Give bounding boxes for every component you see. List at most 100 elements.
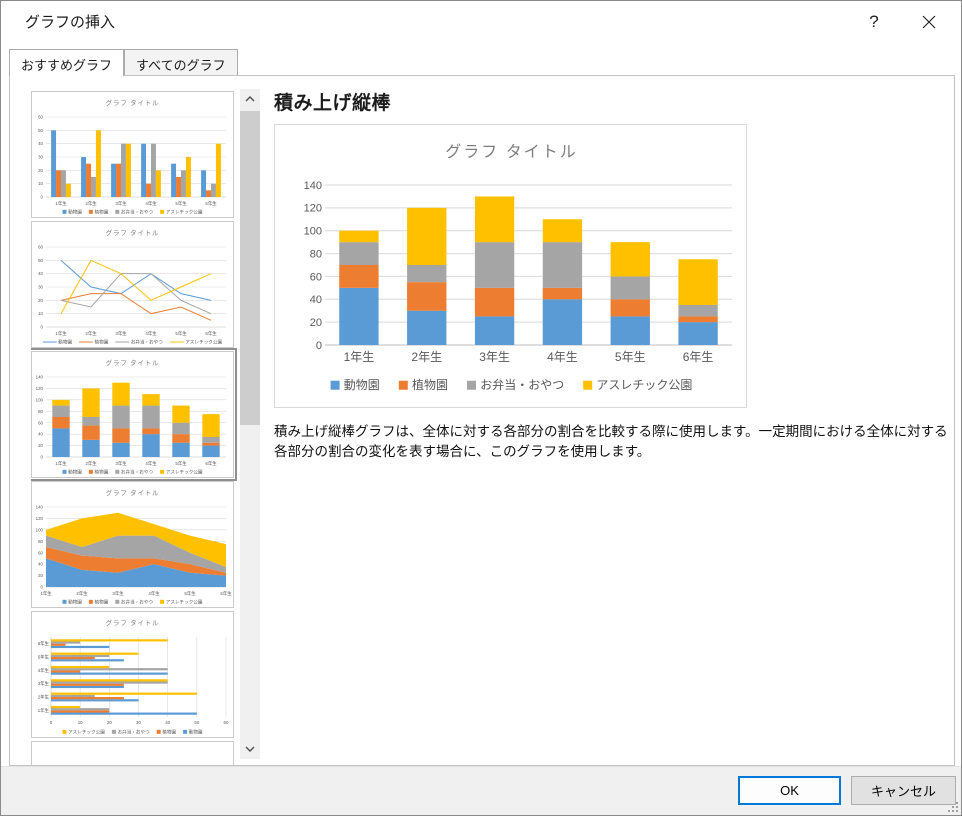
svg-text:10: 10 bbox=[78, 720, 83, 725]
svg-text:4年生: 4年生 bbox=[145, 200, 157, 207]
chart-thumbnail-stacked-area[interactable]: グラフ タイトル0204060801001201401年生2年生3年生4年生5年… bbox=[31, 481, 234, 608]
cancel-button[interactable]: キャンセル bbox=[851, 776, 956, 805]
svg-text:動物園: 動物園 bbox=[68, 209, 82, 216]
svg-text:2年生: 2年生 bbox=[85, 330, 97, 337]
svg-text:お弁当・おやつ: お弁当・おやつ bbox=[480, 377, 564, 392]
svg-text:4年生: 4年生 bbox=[38, 667, 50, 674]
svg-text:植物園: 植物園 bbox=[95, 469, 109, 476]
svg-text:お弁当・おやつ: お弁当・おやつ bbox=[121, 209, 154, 216]
chart-thumbnail-line[interactable]: グラフ タイトル01020304050601年生2年生3年生4年生5年生6年生動… bbox=[31, 221, 234, 348]
svg-text:10: 10 bbox=[38, 311, 43, 316]
svg-text:60: 60 bbox=[38, 245, 43, 250]
svg-text:3年生: 3年生 bbox=[115, 460, 127, 467]
svg-text:1年生: 1年生 bbox=[344, 350, 375, 364]
resize-grip[interactable] bbox=[946, 800, 960, 814]
chart-description: 積み上げ縦棒グラフは、全体に対する各部分の割合を比較する際に使用します。一定期間… bbox=[274, 422, 952, 463]
svg-text:お弁当・おやつ: お弁当・おやつ bbox=[121, 469, 154, 476]
svg-text:5年生: 5年生 bbox=[38, 654, 50, 661]
svg-text:5年生: 5年生 bbox=[175, 330, 187, 337]
svg-text:動物園: 動物園 bbox=[58, 339, 72, 346]
svg-text:50: 50 bbox=[38, 258, 43, 263]
svg-text:6年生: 6年生 bbox=[205, 460, 217, 467]
chart-thumbnail-clustered-column[interactable]: グラフ タイトル01020304050601年生2年生3年生4年生5年生6年生動… bbox=[31, 91, 234, 218]
svg-text:アスレチック公園: アスレチック公園 bbox=[166, 470, 203, 476]
tab-content-panel: グラフ タイトル01020304050601年生2年生3年生4年生5年生6年生動… bbox=[9, 75, 955, 766]
svg-text:100: 100 bbox=[36, 397, 44, 402]
svg-text:1年生: 1年生 bbox=[55, 330, 67, 337]
chart-thumbnail-stacked-column[interactable]: グラフ タイトル0204060801001201401年生2年生3年生4年生5年… bbox=[31, 351, 234, 478]
recommended-chart-list: グラフ タイトル01020304050601年生2年生3年生4年生5年生6年生動… bbox=[31, 91, 239, 765]
svg-text:植物園: 植物園 bbox=[412, 377, 448, 392]
svg-text:0: 0 bbox=[50, 720, 53, 725]
chart-preview: グラフ タイトル0204060801001201401年生2年生3年生4年生5年… bbox=[274, 124, 747, 408]
svg-text:100: 100 bbox=[304, 226, 322, 238]
svg-text:4年生: 4年生 bbox=[547, 350, 578, 364]
svg-text:20: 20 bbox=[107, 720, 112, 725]
svg-text:グラフ タイトル: グラフ タイトル bbox=[106, 358, 160, 367]
svg-text:20: 20 bbox=[38, 298, 43, 303]
svg-text:お弁当・おやつ: お弁当・おやつ bbox=[118, 729, 151, 736]
svg-text:動物園: 動物園 bbox=[68, 469, 82, 476]
svg-text:80: 80 bbox=[310, 248, 322, 260]
svg-text:5年生: 5年生 bbox=[615, 350, 646, 364]
svg-text:10: 10 bbox=[38, 181, 43, 186]
thumbnail-scrollbar[interactable] bbox=[240, 89, 260, 759]
close-icon bbox=[922, 15, 936, 29]
svg-text:6年生: 6年生 bbox=[205, 330, 217, 337]
svg-text:アスレチック公園: アスレチック公園 bbox=[166, 600, 203, 606]
svg-text:1年生: 1年生 bbox=[55, 200, 67, 207]
svg-text:グラフ タイトル: グラフ タイトル bbox=[106, 618, 160, 627]
svg-text:3年生: 3年生 bbox=[115, 330, 127, 337]
svg-text:50: 50 bbox=[38, 128, 43, 133]
svg-text:アスレチック公園: アスレチック公園 bbox=[596, 378, 692, 392]
svg-text:2年生: 2年生 bbox=[85, 460, 97, 467]
svg-text:植物園: 植物園 bbox=[162, 729, 176, 736]
svg-text:40: 40 bbox=[38, 562, 43, 567]
ok-button[interactable]: OK bbox=[738, 776, 841, 805]
chevron-down-icon bbox=[245, 746, 255, 752]
tab-strip: おすすめグラフ すべてのグラフ bbox=[9, 49, 238, 76]
svg-text:120: 120 bbox=[304, 203, 322, 215]
svg-text:1年生: 1年生 bbox=[40, 590, 52, 597]
scroll-up-button[interactable] bbox=[240, 89, 260, 109]
help-icon: ? bbox=[869, 12, 878, 32]
svg-text:5年生: 5年生 bbox=[184, 590, 196, 597]
svg-text:お弁当・おやつ: お弁当・おやつ bbox=[131, 339, 164, 346]
svg-text:30: 30 bbox=[136, 720, 141, 725]
chart-thumbnail-partial[interactable] bbox=[31, 741, 234, 765]
svg-text:5年生: 5年生 bbox=[175, 200, 187, 207]
svg-text:60: 60 bbox=[38, 550, 43, 555]
scroll-down-button[interactable] bbox=[240, 739, 260, 759]
svg-text:2年生: 2年生 bbox=[38, 694, 50, 701]
tab-all-charts[interactable]: すべてのグラフ bbox=[124, 49, 238, 75]
svg-text:100: 100 bbox=[36, 527, 44, 532]
svg-text:グラフ タイトル: グラフ タイトル bbox=[106, 228, 160, 237]
scrollbar-thumb[interactable] bbox=[240, 111, 260, 425]
svg-text:80: 80 bbox=[38, 409, 43, 414]
svg-text:グラフ タイトル: グラフ タイトル bbox=[445, 143, 577, 161]
close-button[interactable] bbox=[906, 1, 952, 43]
dialog-title: グラフの挿入 bbox=[25, 11, 115, 32]
svg-text:140: 140 bbox=[36, 505, 44, 510]
svg-text:0: 0 bbox=[41, 585, 44, 590]
chart-type-heading: 積み上げ縦棒 bbox=[274, 88, 950, 115]
svg-text:60: 60 bbox=[38, 420, 43, 425]
svg-text:30: 30 bbox=[38, 155, 43, 160]
svg-text:6年生: 6年生 bbox=[38, 640, 50, 647]
svg-text:1年生: 1年生 bbox=[38, 707, 50, 714]
svg-text:4年生: 4年生 bbox=[145, 330, 157, 337]
svg-text:アスレチック公園: アスレチック公園 bbox=[68, 730, 105, 736]
tab-recommended-charts[interactable]: おすすめグラフ bbox=[9, 49, 124, 76]
svg-text:2年生: 2年生 bbox=[411, 350, 442, 364]
svg-text:20: 20 bbox=[38, 443, 43, 448]
svg-text:140: 140 bbox=[36, 375, 44, 380]
svg-text:6年生: 6年生 bbox=[683, 350, 714, 364]
svg-text:グラフ タイトル: グラフ タイトル bbox=[106, 98, 160, 107]
title-bar: グラフの挿入 ? bbox=[1, 1, 961, 47]
svg-text:植物園: 植物園 bbox=[95, 209, 109, 216]
svg-text:お弁当・おやつ: お弁当・おやつ bbox=[121, 599, 154, 606]
svg-text:50: 50 bbox=[194, 720, 199, 725]
svg-text:アスレチック公園: アスレチック公園 bbox=[185, 340, 222, 346]
help-button[interactable]: ? bbox=[851, 1, 897, 43]
chart-thumbnail-clustered-bar[interactable]: グラフ タイトル01020304050601年生2年生3年生4年生5年生6年生ア… bbox=[31, 611, 234, 738]
